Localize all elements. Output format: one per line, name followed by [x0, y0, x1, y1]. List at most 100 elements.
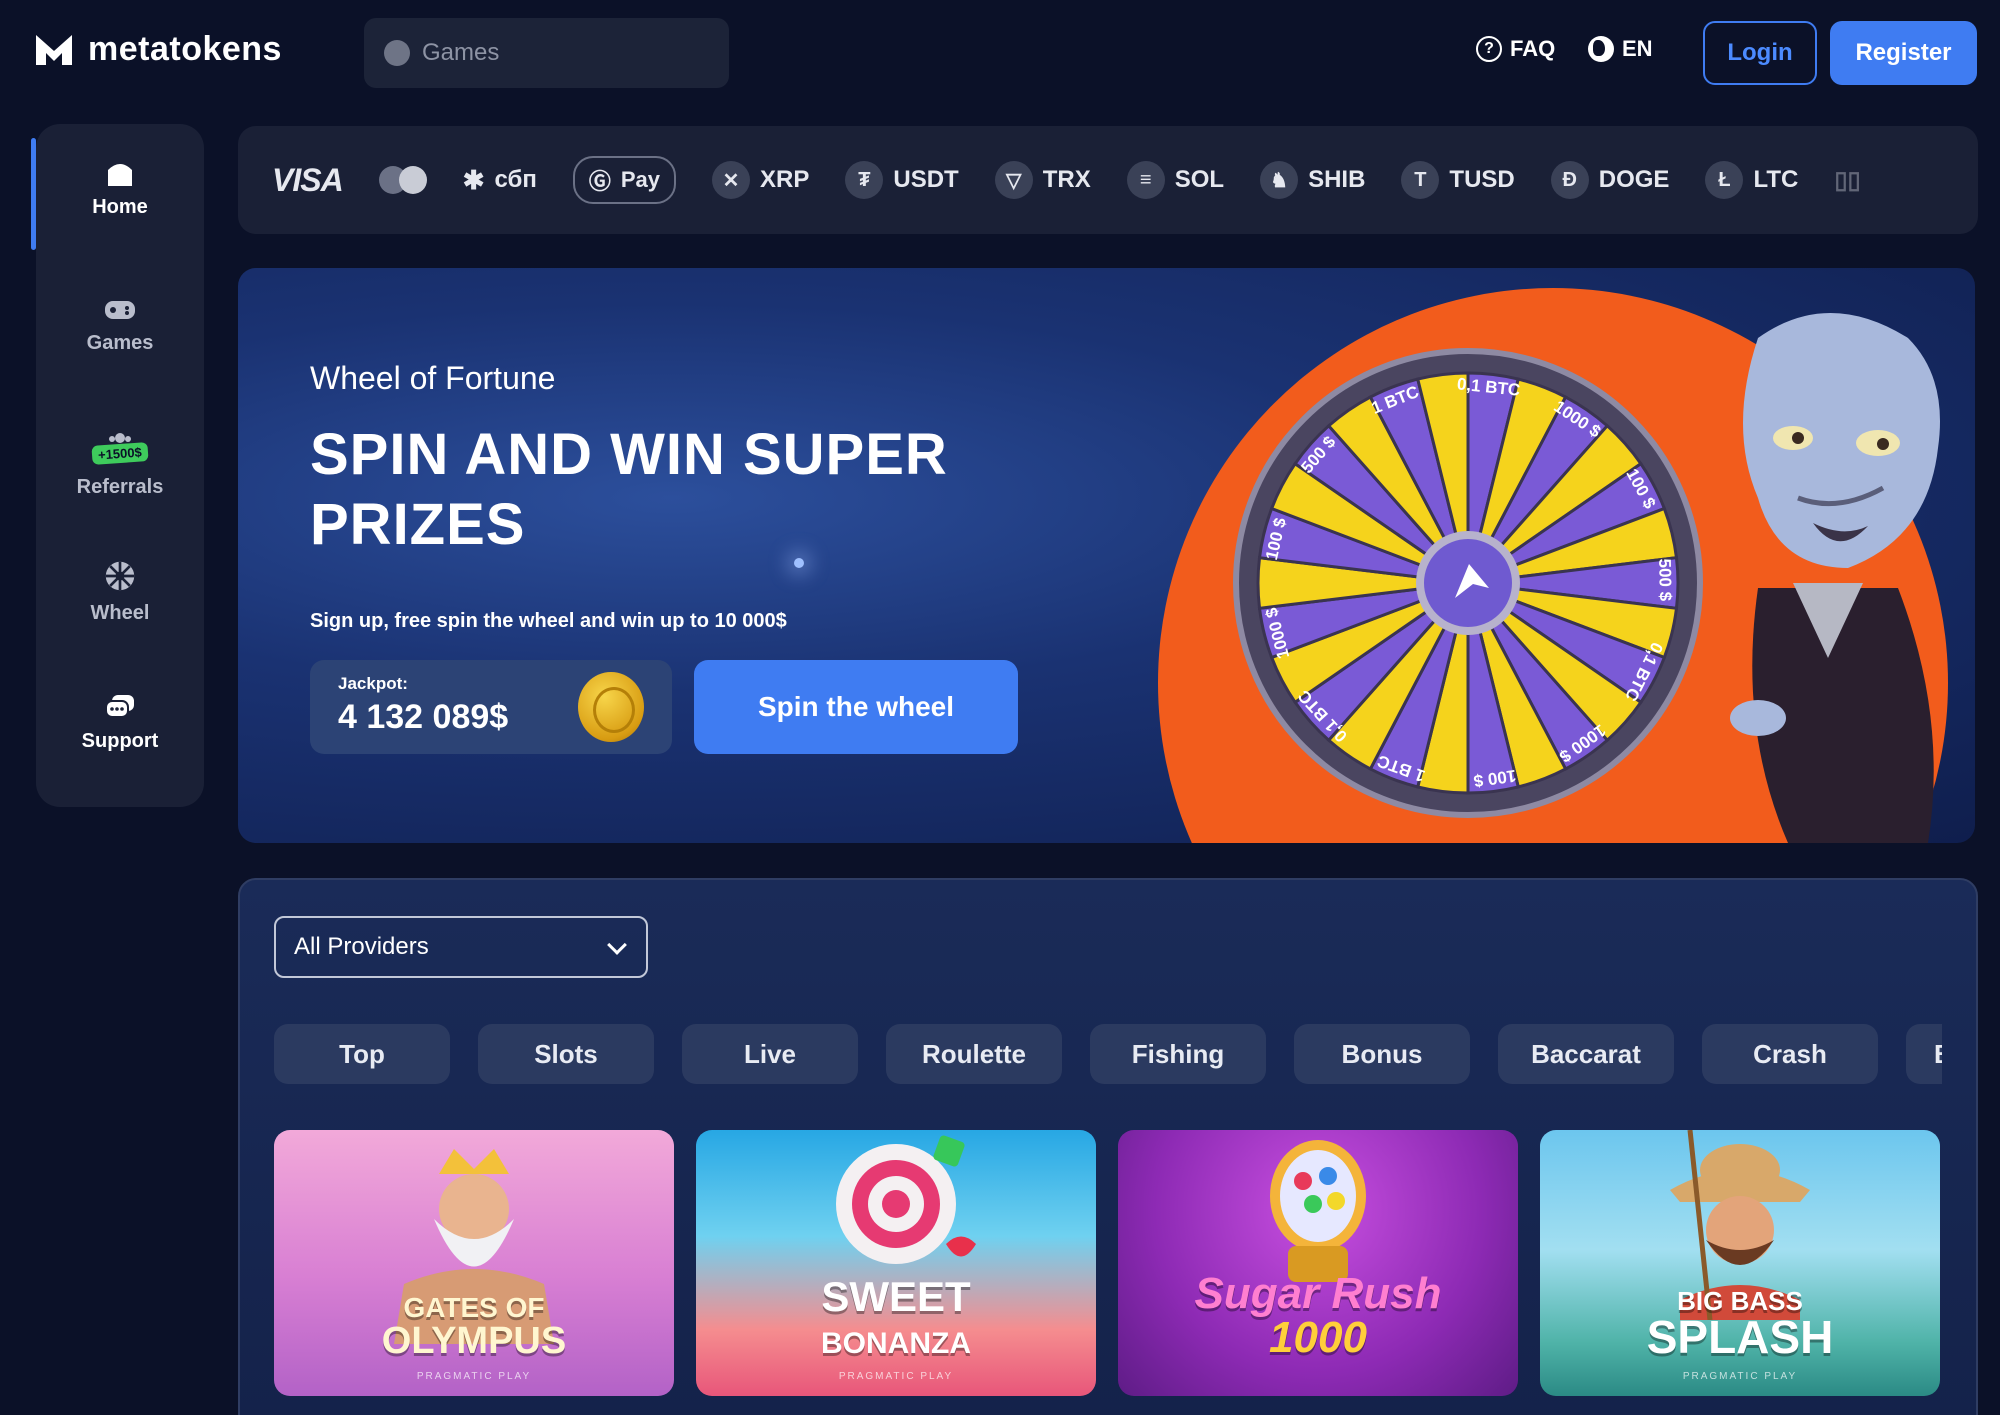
brand-logo[interactable]: metatokens: [34, 30, 282, 69]
faq-label: FAQ: [1510, 36, 1556, 61]
search-input[interactable]: [422, 39, 712, 67]
banner-title: SPIN AND WIN SUPER PRIZES: [310, 422, 948, 557]
payment-methods-strip: VISA ✱ сбп Ⓖ Pay ✕ XRP ₮ USDT ▽ TRX ≡ SOL ♞ S…: [238, 126, 1978, 234]
login-button[interactable]: Login: [1703, 21, 1817, 85]
faq-link[interactable]: ? FAQ: [1476, 36, 1555, 62]
pay-label: Pay: [620, 167, 661, 192]
tab-roulette[interactable]: Roulette: [886, 1024, 1062, 1084]
gumball-machine-illustration: [1270, 1140, 1366, 1282]
wheel-of-fortune-banner: Wheel of Fortune SPIN AND WIN SUPER PRIZ…: [238, 268, 1975, 843]
sbp-label: сбп: [494, 166, 537, 193]
game-title: BIG BASS SPLASH: [1540, 1288, 1940, 1360]
coin-label: XRP: [760, 166, 810, 193]
mastercard-icon: [378, 166, 427, 194]
sidebar-item-label: Home: [92, 196, 148, 218]
home-icon: [104, 160, 136, 188]
game-title-line1: Sugar Rush: [1194, 1269, 1442, 1318]
tab-bonus[interactable]: Bonus: [1294, 1024, 1470, 1084]
provider-select-value: All Providers: [294, 933, 429, 960]
game-title-line2: BONANZA: [821, 1327, 971, 1360]
games-section: All Providers Top Slots Live Roulette Fi…: [238, 878, 1978, 1415]
brand-name: metatokens: [88, 30, 282, 68]
tab-slots[interactable]: Slots: [478, 1024, 654, 1084]
gamepad-icon: [104, 296, 136, 324]
sidebar-item-home[interactable]: Home: [36, 160, 204, 219]
category-tabs: Top Slots Live Roulette Fishing Bonus Ba…: [274, 1024, 1942, 1084]
sidebar-item-label: Referrals: [76, 476, 164, 498]
lollipop-illustration: [836, 1135, 976, 1264]
shib-icon: ♞: [1260, 161, 1299, 199]
game-title-line1: GATES OF: [403, 1292, 545, 1323]
provider-select[interactable]: All Providers: [274, 916, 648, 978]
game-title-line2: 1000: [1269, 1313, 1367, 1362]
game-cards-row: GATES OF OLYMPUS PRAGMATIC PLAY SWEET BO…: [274, 1130, 1940, 1396]
tab-blackjack[interactable]: Blackjack: [1906, 1024, 1942, 1084]
coin-label: TUSD: [1449, 166, 1515, 193]
coin-label: DOGE: [1598, 166, 1670, 193]
game-title: Sugar Rush 1000: [1118, 1272, 1518, 1360]
game-provider: PRAGMATIC PLAY: [416, 1371, 532, 1382]
coin-label: SOL: [1174, 166, 1225, 193]
game-title-line2: SPLASH: [1646, 1311, 1834, 1363]
sidebar-item-wheel[interactable]: Wheel: [36, 558, 204, 625]
search-bar[interactable]: [364, 18, 729, 88]
game-card-gates-of-olympus[interactable]: GATES OF OLYMPUS PRAGMATIC PLAY: [274, 1130, 674, 1396]
visa-logo: VISA: [272, 161, 344, 198]
sidebar-item-referrals[interactable]: +1500$ Referrals: [36, 426, 204, 499]
usdt-icon: ₮: [845, 161, 884, 199]
jackpot-label: Jackpot:: [338, 674, 408, 693]
sidebar-item-label: Support: [81, 730, 159, 752]
gold-coin-icon: [578, 672, 644, 742]
chevron-down-icon: [607, 935, 627, 955]
sidebar-item-label: Games: [86, 332, 154, 354]
coin-sol: ≡ SOL: [1126, 161, 1225, 199]
coin-label: USDT: [893, 166, 959, 193]
tab-top[interactable]: Top: [274, 1024, 450, 1084]
coin-tusd: T TUSD: [1401, 161, 1515, 199]
ltc-icon: Ł: [1705, 161, 1744, 199]
referral-bonus-badge: +1500$: [91, 441, 149, 465]
jackpot-box: Jackpot: 4 132 089$: [310, 660, 672, 754]
game-card-sweet-bonanza[interactable]: SWEET BONANZA PRAGMATIC PLAY: [696, 1130, 1096, 1396]
game-title: GATES OF OLYMPUS: [274, 1292, 674, 1361]
game-provider: PRAGMATIC PLAY: [838, 1371, 954, 1382]
wheel-icon: [104, 558, 136, 594]
banner-description: Sign up, free spin the wheel and win up …: [310, 610, 787, 632]
more-payments-icon: ▯▯: [1834, 166, 1861, 194]
game-card-big-bass-splash[interactable]: BIG BASS SPLASH PRAGMATIC PLAY: [1540, 1130, 1940, 1396]
coin-label: TRX: [1042, 166, 1091, 193]
sidebar-item-label: Wheel: [90, 602, 150, 624]
tab-crash[interactable]: Crash: [1702, 1024, 1878, 1084]
sbp-logo: ✱ сбп: [463, 165, 537, 196]
top-header: metatokens ? FAQ EN Login Register: [0, 0, 2000, 108]
register-button[interactable]: Register: [1830, 21, 1977, 85]
chat-icon: [104, 694, 136, 722]
spin-the-wheel-button[interactable]: Spin the wheel: [694, 660, 1018, 754]
alien-mascot-illustration: [1730, 313, 1940, 843]
game-card-sugar-rush-1000[interactable]: Sugar Rush 1000: [1118, 1130, 1518, 1396]
coin-label: LTC: [1753, 166, 1799, 193]
coin-usdt: ₮ USDT: [845, 161, 959, 199]
tab-fishing[interactable]: Fishing: [1090, 1024, 1266, 1084]
tab-live[interactable]: Live: [682, 1024, 858, 1084]
coin-doge: Ð DOGE: [1550, 161, 1670, 199]
sidebar-item-support[interactable]: Support: [36, 694, 204, 753]
tusd-icon: T: [1401, 161, 1440, 199]
language-label: EN: [1622, 36, 1653, 61]
google-pay-icon: Ⓖ: [588, 169, 611, 194]
search-icon: [384, 40, 410, 66]
globe-icon: [1588, 36, 1614, 62]
referral-icon: +1500$: [91, 426, 149, 468]
fortune-wheel-graphic: 0,1 BTC1000 $100 $500 $0,1 BTC1000 $100 …: [1233, 348, 1703, 818]
doge-icon: Ð: [1550, 161, 1589, 199]
game-title-line1: SWEET: [821, 1273, 971, 1320]
sidebar-item-games[interactable]: Games: [36, 296, 204, 355]
tab-baccarat[interactable]: Baccarat: [1498, 1024, 1674, 1084]
coin-ltc: Ł LTC: [1705, 161, 1798, 199]
sidebar: Home Games +1500$ Referrals Wheel Suppor…: [31, 124, 204, 807]
banner-subtitle: Wheel of Fortune: [310, 360, 556, 396]
coin-xrp: ✕ XRP: [712, 161, 809, 199]
wheel-prize-label: 500 $: [1655, 558, 1675, 601]
jackpot-value: 4 132 089$: [338, 698, 509, 736]
language-selector[interactable]: EN: [1588, 36, 1653, 62]
